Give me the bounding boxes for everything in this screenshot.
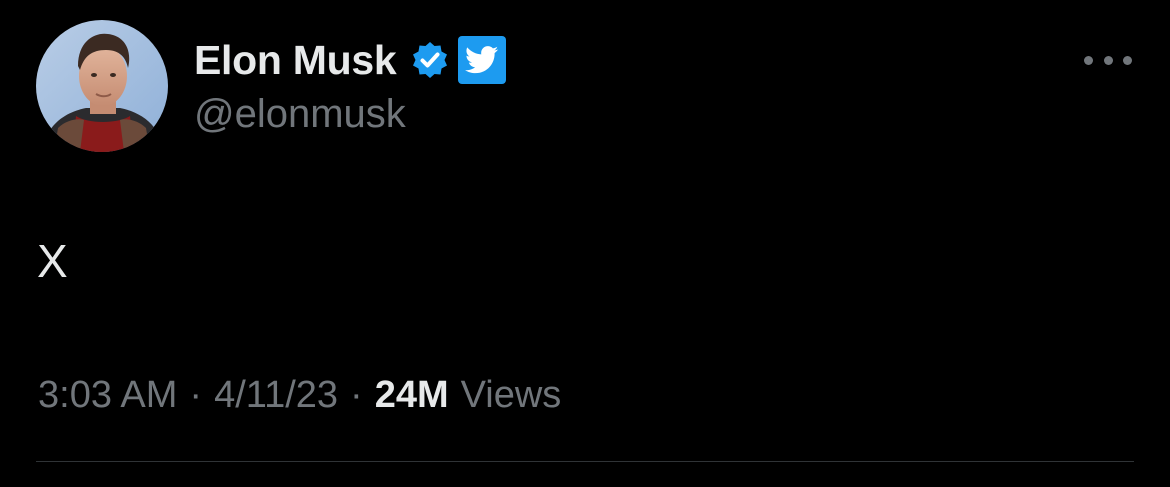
more-dot	[1084, 55, 1093, 65]
divider	[36, 461, 1134, 462]
tweet-time[interactable]: 3:03 AM	[38, 374, 177, 417]
views-label: Views	[460, 374, 562, 416]
verified-badge-icon	[410, 40, 450, 80]
name-row: Elon Musk	[194, 34, 507, 86]
user-handle[interactable]: @elonmusk	[194, 92, 406, 137]
more-dot	[1103, 55, 1113, 65]
display-name[interactable]: Elon Musk	[194, 37, 397, 84]
tweet-metadata: 3:03 AM · 4/11/23 · 24M Views	[38, 374, 561, 417]
avatar[interactable]	[36, 20, 168, 152]
tweet-text: X	[37, 235, 68, 287]
twitter-bird-icon	[458, 36, 507, 84]
more-options-icon[interactable]	[1084, 46, 1132, 74]
tweet-card: Elon Musk @elonmusk X 3:03 AM · 4/11/23 …	[0, 0, 1170, 487]
meta-separator: ·	[189, 374, 203, 416]
profile-photo	[36, 20, 168, 152]
more-dot	[1123, 55, 1132, 65]
meta-separator: ·	[350, 374, 363, 416]
views-count: 24M	[374, 374, 449, 416]
tweet-date[interactable]: 4/11/23	[214, 374, 338, 417]
